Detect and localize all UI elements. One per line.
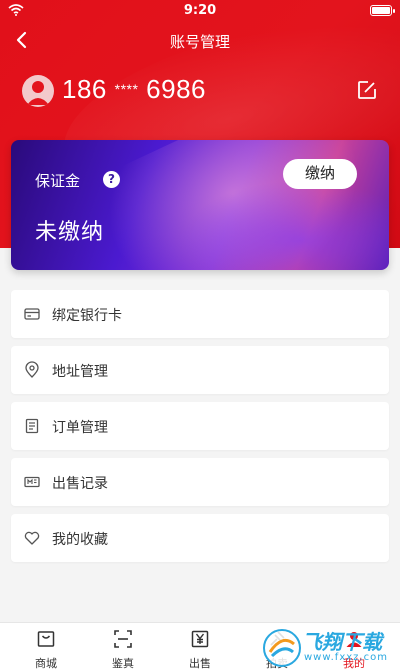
record-icon: [24, 476, 40, 488]
watermark-swoosh-icon: [263, 629, 301, 667]
scan-icon: [114, 630, 132, 648]
tab-label: 商城: [35, 657, 57, 670]
deposit-card: 保证金 ? 未缴纳 缴纳: [11, 140, 389, 270]
menu-item-label: 地址管理: [52, 364, 108, 380]
account-menu: 绑定银行卡 地址管理 订单管理 出售记录 我的收藏: [11, 290, 389, 570]
shop-icon: [37, 631, 55, 647]
menu-item-address[interactable]: 地址管理: [11, 346, 389, 394]
order-list-icon: [25, 418, 39, 434]
watermark-url: www.fxxz.com: [304, 652, 388, 663]
yen-icon: [191, 630, 209, 648]
phone-number: 186 **** 6986: [62, 74, 206, 105]
watermark-title: 飞翔下载: [302, 630, 382, 654]
status-bar: 9:20: [0, 0, 400, 22]
menu-item-label: 我的收藏: [52, 532, 108, 548]
tab-authenticate[interactable]: 鉴真: [83, 623, 163, 672]
watermark-logo: 飞翔下载 www.fxxz.com: [260, 624, 400, 672]
avatar[interactable]: [22, 75, 54, 107]
battery-icon: [370, 5, 395, 16]
page-title: 账号管理: [169, 33, 230, 51]
status-time: 9:20: [183, 3, 217, 18]
navigation-bar: 账号管理: [0, 22, 400, 60]
menu-item-bank-card[interactable]: 绑定银行卡: [11, 290, 389, 338]
phone-mask: ****: [114, 81, 139, 97]
tab-shop[interactable]: 商城: [6, 623, 86, 672]
user-silhouette-icon: [27, 81, 49, 105]
user-info-row: 186 **** 6986: [22, 72, 382, 112]
menu-item-label: 出售记录: [52, 476, 108, 492]
phone-prefix: 186: [62, 74, 107, 104]
menu-item-favorites[interactable]: 我的收藏: [11, 514, 389, 562]
location-pin-icon: [25, 361, 39, 378]
menu-item-label: 绑定银行卡: [52, 308, 122, 324]
pay-deposit-button[interactable]: 缴纳: [283, 159, 357, 189]
edit-profile-icon[interactable]: [356, 79, 378, 101]
menu-item-orders[interactable]: 订单管理: [11, 402, 389, 450]
menu-item-label: 订单管理: [52, 420, 108, 436]
deposit-status: 未缴纳: [35, 220, 105, 245]
card-icon: [24, 308, 40, 320]
heart-icon: [24, 531, 40, 545]
phone-suffix: 6986: [146, 74, 206, 104]
card-wave-decoration-2: [181, 180, 389, 270]
tab-label: 鉴真: [112, 657, 134, 670]
menu-item-sales-records[interactable]: 出售记录: [11, 458, 389, 506]
tab-label: 出售: [189, 657, 211, 670]
tab-sell[interactable]: 出售: [160, 623, 240, 672]
help-icon[interactable]: ?: [103, 171, 120, 188]
deposit-label: 保证金: [35, 172, 81, 190]
